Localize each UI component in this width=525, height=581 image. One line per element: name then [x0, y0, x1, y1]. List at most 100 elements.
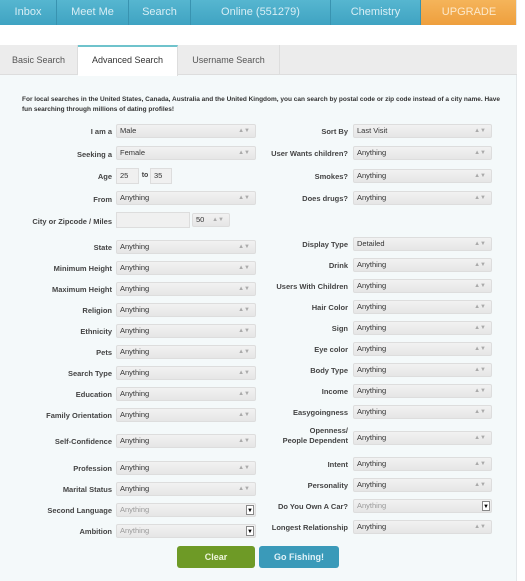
select-value: Anything — [357, 365, 387, 374]
chevron-updown-icon: ▲▼ — [474, 367, 486, 373]
select-display-type[interactable]: Detailed ▲▼ — [353, 237, 492, 251]
spacer — [0, 25, 517, 45]
label-ethnicity: Ethnicity — [80, 327, 112, 336]
select-value: Anything — [120, 242, 150, 251]
select-with-children[interactable]: Anything ▲▼ — [353, 279, 492, 293]
select-drink[interactable]: Anything ▲▼ — [353, 258, 492, 272]
select-eye-color[interactable]: Anything ▲▼ — [353, 342, 492, 356]
select-wants-children[interactable]: Anything ▲▼ — [353, 146, 492, 160]
select-i-am-a[interactable]: Male ▲▼ — [116, 124, 256, 138]
select-max-height[interactable]: Anything ▲▼ — [116, 282, 256, 296]
select-value: Anything — [357, 344, 387, 353]
nav-meet-me[interactable]: Meet Me — [57, 0, 129, 25]
select-second-language[interactable]: Anything ▼ — [116, 503, 256, 517]
chevron-updown-icon: ▲▼ — [474, 409, 486, 415]
city-input[interactable] — [116, 212, 190, 228]
select-value: Male — [120, 126, 137, 135]
label-second-language: Second Language — [47, 506, 112, 515]
age-to-input[interactable]: 35 — [150, 168, 172, 184]
select-body-type[interactable]: Anything ▲▼ — [353, 363, 492, 377]
tab-advanced-search[interactable]: Advanced Search — [78, 45, 178, 76]
tab-username-search[interactable]: Username Search — [178, 45, 280, 75]
label-with-children: Users With Children — [276, 282, 348, 291]
label-drugs: Does drugs? — [302, 194, 348, 203]
label-min-height: Minimum Height — [53, 264, 112, 273]
chevron-updown-icon: ▲▼ — [238, 244, 250, 250]
chevron-updown-icon: ▲▼ — [474, 435, 486, 441]
select-income[interactable]: Anything ▲▼ — [353, 384, 492, 398]
select-seeking-a[interactable]: Female ▲▼ — [116, 146, 256, 160]
select-value: Anything — [120, 436, 150, 445]
select-value: Anything — [120, 326, 150, 335]
select-own-car[interactable]: Anything ▼ — [353, 499, 492, 513]
select-ethnicity[interactable]: Anything ▲▼ — [116, 324, 256, 338]
select-value: Anything — [120, 368, 150, 377]
top-nav: Inbox Meet Me Search Online (551279) Che… — [0, 0, 525, 25]
select-smokes[interactable]: Anything ▲▼ — [353, 169, 492, 183]
select-value: Anything — [357, 302, 387, 311]
chevron-updown-icon: ▲▼ — [238, 150, 250, 156]
select-openness[interactable]: Anything ▲▼ — [353, 431, 492, 445]
select-profession[interactable]: Anything ▲▼ — [116, 461, 256, 475]
select-drugs[interactable]: Anything ▲▼ — [353, 191, 492, 205]
select-ambition[interactable]: Anything ▼ — [116, 524, 256, 538]
chevron-updown-icon: ▲▼ — [474, 128, 486, 134]
select-value: Anything — [357, 433, 387, 442]
select-intent[interactable]: Anything ▲▼ — [353, 457, 492, 471]
select-from[interactable]: Anything ▲▼ — [116, 191, 256, 205]
chevron-updown-icon: ▲▼ — [474, 346, 486, 352]
select-search-type[interactable]: Anything ▲▼ — [116, 366, 256, 380]
select-education[interactable]: Anything ▲▼ — [116, 387, 256, 401]
label-sign: Sign — [331, 324, 348, 333]
label-profession: Profession — [73, 464, 112, 473]
nav-upgrade[interactable]: UPGRADE — [421, 0, 517, 25]
label-marital-status: Marital Status — [62, 485, 112, 494]
label-own-car: Do You Own A Car? — [277, 502, 348, 511]
select-miles[interactable]: 50 ▲▼ — [192, 213, 230, 227]
label-city: City or Zipcode / Miles — [32, 217, 112, 226]
label-search-type: Search Type — [67, 369, 112, 378]
select-value: Anything — [120, 284, 150, 293]
chevron-updown-icon: ▲▼ — [474, 388, 486, 394]
select-min-height[interactable]: Anything ▲▼ — [116, 261, 256, 275]
tab-basic-search[interactable]: Basic Search — [0, 45, 78, 75]
chevron-updown-icon: ▲▼ — [238, 265, 250, 271]
chevron-updown-icon: ▲▼ — [474, 304, 486, 310]
select-value: Anything — [357, 501, 387, 510]
nav-inbox[interactable]: Inbox — [0, 0, 57, 25]
select-sort-by[interactable]: Last Visit ▲▼ — [353, 124, 492, 138]
select-longest-relationship[interactable]: Anything ▲▼ — [353, 520, 492, 534]
chevron-updown-icon: ▲▼ — [238, 486, 250, 492]
chevron-updown-icon: ▲▼ — [212, 217, 224, 223]
select-state[interactable]: Anything ▲▼ — [116, 240, 256, 254]
chevron-updown-icon: ▲▼ — [474, 173, 486, 179]
go-fishing-button[interactable]: Go Fishing! — [259, 546, 339, 568]
chevron-updown-icon: ▲▼ — [238, 128, 250, 134]
chevron-updown-icon: ▲▼ — [238, 195, 250, 201]
select-sign[interactable]: Anything ▲▼ — [353, 321, 492, 335]
select-pets[interactable]: Anything ▲▼ — [116, 345, 256, 359]
select-self-confidence[interactable]: Anything ▲▼ — [116, 434, 256, 448]
chevron-updown-icon: ▲▼ — [238, 328, 250, 334]
nav-online[interactable]: Online (551279) — [191, 0, 331, 25]
label-longest-relationship: Longest Relationship — [271, 523, 348, 532]
dropdown-arrow-icon: ▼ — [482, 501, 490, 511]
select-hair-color[interactable]: Anything ▲▼ — [353, 300, 492, 314]
label-drink: Drink — [328, 261, 348, 270]
select-marital-status[interactable]: Anything ▲▼ — [116, 482, 256, 496]
label-openness: Openness/People Dependent — [262, 426, 348, 446]
label-display-type: Display Type — [302, 240, 348, 249]
chevron-updown-icon: ▲▼ — [474, 482, 486, 488]
nav-search[interactable]: Search — [129, 0, 191, 25]
select-value: Anything — [357, 522, 387, 531]
nav-chemistry[interactable]: Chemistry — [331, 0, 421, 25]
select-value: Anything — [120, 193, 150, 202]
clear-button[interactable]: Clear — [177, 546, 255, 568]
select-family-orientation[interactable]: Anything ▲▼ — [116, 408, 256, 422]
select-easygoingness[interactable]: Anything ▲▼ — [353, 405, 492, 419]
select-value: Anything — [357, 323, 387, 332]
select-value: Anything — [357, 260, 387, 269]
select-religion[interactable]: Anything ▲▼ — [116, 303, 256, 317]
select-personality[interactable]: Anything ▲▼ — [353, 478, 492, 492]
age-from-input[interactable]: 25 — [116, 168, 139, 184]
